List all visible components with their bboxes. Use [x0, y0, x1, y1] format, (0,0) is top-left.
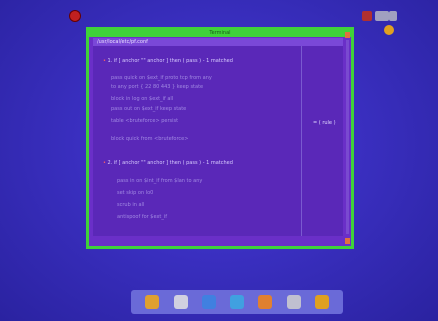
code-line: to any port { 22 80 443 } keep state [111, 84, 204, 90]
terminal-window[interactable]: Terminal /usr/local/etc/pf.conf • 1. if … [86, 27, 354, 249]
side-note: = ( rule ) [313, 120, 336, 126]
window-titlebar[interactable]: Terminal [89, 30, 351, 37]
app-icon[interactable] [70, 11, 80, 21]
code-line: set skip on lo0 [117, 190, 154, 196]
browser-icon[interactable] [173, 295, 188, 309]
code-line: pass quick on $ext_if proto tcp from any [111, 75, 212, 81]
column-divider [301, 46, 302, 236]
block-header: • 1. if [ anchor "" anchor ] then ( pass… [103, 58, 233, 64]
scroll-up-icon[interactable] [345, 32, 350, 38]
files-icon[interactable] [201, 295, 216, 309]
code-line: antispoof for $ext_if [117, 214, 168, 220]
window-content: /usr/local/etc/pf.conf • 1. if [ anchor … [93, 38, 343, 236]
file-path-header: /usr/local/etc/pf.conf [93, 38, 343, 46]
code-line: scrub in all [117, 202, 145, 208]
vertical-scrollbar[interactable] [346, 40, 349, 234]
notification-icon[interactable] [362, 11, 372, 21]
battery-icon[interactable] [389, 11, 397, 21]
code-line: block in log on $ext_if all [111, 96, 174, 102]
home-icon[interactable] [145, 295, 160, 309]
code-line: pass out on $ext_if keep state [111, 106, 187, 112]
dock [131, 290, 343, 314]
code-line: table <bruteforce> persist [111, 118, 179, 124]
trash-icon[interactable] [286, 295, 301, 309]
code-line: pass in on $int_if from $lan to any [117, 178, 203, 184]
user-icon[interactable] [384, 25, 394, 35]
terminal-icon[interactable] [230, 295, 244, 309]
settings-icon[interactable] [258, 295, 273, 309]
scroll-down-icon[interactable] [345, 238, 350, 244]
block-header: • 2. if [ anchor "" anchor ] then ( pass… [103, 160, 233, 166]
clock-icon[interactable] [375, 11, 389, 21]
mail-icon[interactable] [314, 295, 329, 309]
code-line: block quick from <bruteforce> [111, 136, 189, 142]
